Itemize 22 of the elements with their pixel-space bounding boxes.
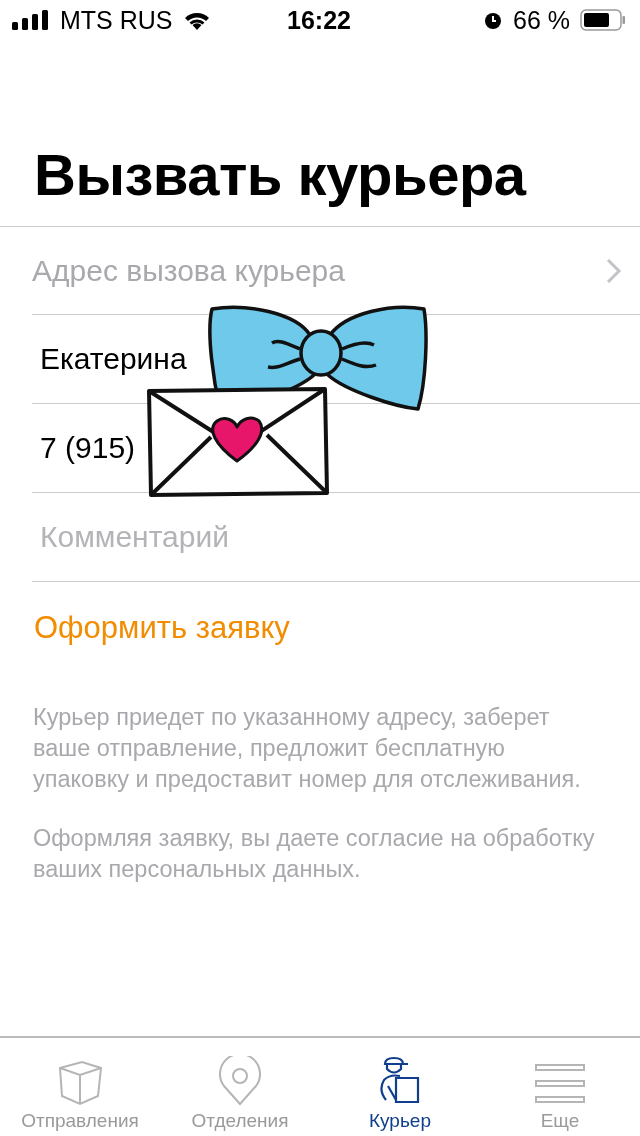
input-field[interactable]: 7 (915) — [32, 431, 600, 465]
courier-icon — [378, 1056, 422, 1106]
alarm-icon — [483, 10, 503, 30]
box-icon — [56, 1058, 104, 1106]
location-pin-icon — [218, 1056, 262, 1106]
menu-icon — [535, 1062, 585, 1106]
input-field[interactable]: Екатерина — [32, 342, 600, 376]
battery-percent: 66 % — [513, 5, 570, 35]
info-text: Курьер приедет по указанному адресу, заберет ваше отправление, предложит бесплатную упаковку и предоставит номер для отслеживания. — [33, 703, 582, 794]
chevron-icon — [606, 257, 622, 284]
status-time: 16:22 — [287, 5, 351, 35]
carrier-name: MTS RUS — [60, 5, 173, 35]
signal-icon — [12, 10, 50, 30]
tab[interactable]: Отправления — [0, 1038, 160, 1136]
tab[interactable]: Еще — [480, 1038, 640, 1136]
submit-link[interactable]: Оформить заявку — [34, 610, 290, 646]
tab[interactable]: Отделения — [160, 1038, 320, 1136]
info-text: Оформляя заявку, вы даете согласие на обработку ваших персональных данных. — [33, 824, 596, 884]
input-field[interactable]: Комментарий — [32, 520, 600, 554]
page-title: Вызвать курьера — [34, 141, 528, 209]
tab[interactable]: Курьер — [320, 1038, 480, 1136]
battery-icon — [580, 9, 626, 31]
